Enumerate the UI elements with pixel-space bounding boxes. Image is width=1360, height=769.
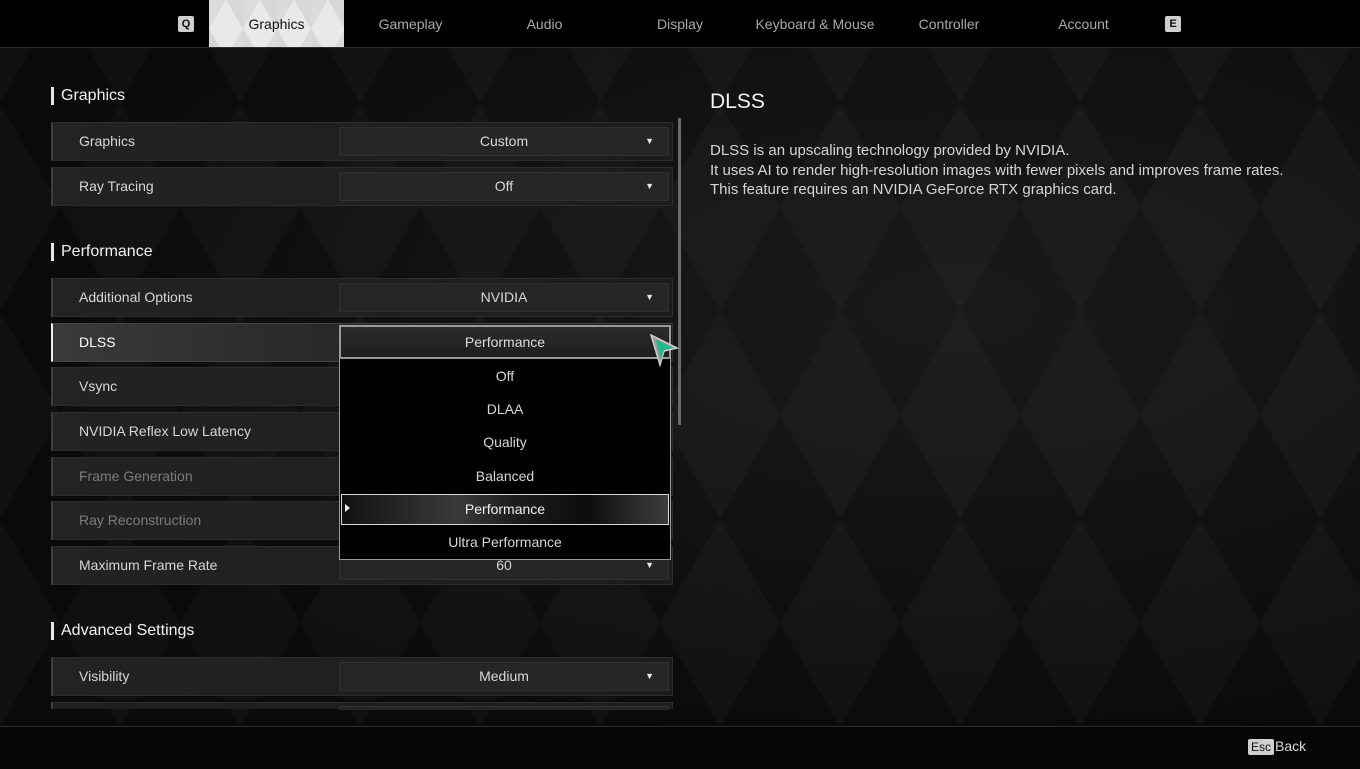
graphics-preset-select[interactable]: Custom ▼ (339, 127, 669, 156)
setting-label: Graphics (79, 133, 136, 149)
setting-value: Off (494, 178, 514, 194)
tab-keyboard-mouse[interactable]: Keyboard & Mouse (748, 0, 882, 47)
setting-value: Medium (479, 668, 529, 684)
section-title-performance: Performance (51, 243, 153, 261)
dropdown-option-performance[interactable]: Performance (341, 494, 669, 525)
additional-options-select[interactable]: NVIDIA ▼ (339, 283, 669, 312)
description-line: It uses AI to render high-resolution ima… (710, 161, 1284, 179)
chevron-down-icon: ▼ (645, 181, 654, 191)
setting-value: Custom (479, 133, 529, 149)
chevron-down-icon: ▼ (645, 671, 654, 681)
ray-tracing-select[interactable]: Off ▼ (339, 172, 669, 201)
tab-graphics[interactable]: Graphics (209, 0, 344, 47)
section-title-advanced: Advanced Settings (51, 622, 194, 640)
setting-label: Ray Tracing (79, 178, 154, 194)
dropdown-option-off[interactable]: Off (340, 360, 670, 393)
selection-marker-icon (345, 504, 350, 512)
esc-key-hint[interactable]: Esc (1248, 739, 1275, 755)
partial-select[interactable] (339, 706, 669, 710)
setting-row-ray-tracing[interactable]: Ray Tracing Off ▼ (51, 167, 673, 206)
setting-row-visibility[interactable]: Visibility Medium ▼ (51, 657, 673, 696)
setting-value: NVIDIA (480, 289, 528, 305)
description-line: DLSS is an upscaling technology provided… (710, 142, 1070, 159)
chevron-down-icon: ▼ (645, 292, 654, 302)
prev-tab-key-hint[interactable]: Q (178, 16, 194, 32)
section-title-graphics: Graphics (51, 87, 125, 105)
setting-label: NVIDIA Reflex Low Latency (79, 423, 251, 439)
tab-account[interactable]: Account (1016, 0, 1151, 47)
tab-display[interactable]: Display (612, 0, 748, 47)
dlss-current-value: Performance (464, 334, 546, 350)
back-button[interactable]: Back (1275, 738, 1306, 754)
description-line: This feature requires an NVIDIA GeForce … (710, 181, 1117, 198)
tab-gameplay[interactable]: Gameplay (344, 0, 477, 47)
mouse-cursor-icon (650, 334, 680, 368)
setting-label: Maximum Frame Rate (79, 557, 218, 573)
description-body: DLSS is an upscaling technology provided… (710, 141, 1290, 200)
dlss-select[interactable]: Performance (339, 325, 671, 359)
setting-label: Ray Reconstruction (79, 512, 202, 528)
setting-row-partial[interactable] (51, 702, 673, 710)
setting-row-graphics-preset[interactable]: Graphics Custom ▼ (51, 122, 673, 161)
visibility-select[interactable]: Medium ▼ (339, 662, 669, 691)
setting-label: Vsync (79, 378, 118, 394)
dropdown-option-quality[interactable]: Quality (340, 426, 670, 459)
setting-label: Additional Options (79, 289, 193, 305)
tab-audio[interactable]: Audio (477, 0, 612, 47)
chevron-down-icon: ▼ (645, 136, 654, 146)
footer-bar: Esc Back (0, 726, 1360, 769)
setting-row-additional-options[interactable]: Additional Options NVIDIA ▼ (51, 278, 673, 317)
dropdown-option-ultra-performance[interactable]: Ultra Performance (340, 526, 670, 559)
dropdown-option-balanced[interactable]: Balanced (340, 460, 670, 493)
setting-label: Visibility (79, 668, 130, 684)
dlss-dropdown-list: Off DLAA Quality Balanced Performance Ul… (339, 359, 671, 560)
dropdown-option-dlaa[interactable]: DLAA (340, 393, 670, 426)
setting-label: DLSS (79, 334, 116, 350)
option-label: Performance (464, 501, 546, 517)
next-tab-key-hint[interactable]: E (1165, 16, 1181, 32)
settings-scrollbar[interactable] (678, 118, 681, 425)
tab-controller[interactable]: Controller (882, 0, 1016, 47)
setting-label: Frame Generation (79, 468, 193, 484)
description-title: DLSS (710, 90, 765, 113)
top-nav-bar: Q Graphics Gameplay Audio Display Keyboa… (0, 0, 1360, 48)
